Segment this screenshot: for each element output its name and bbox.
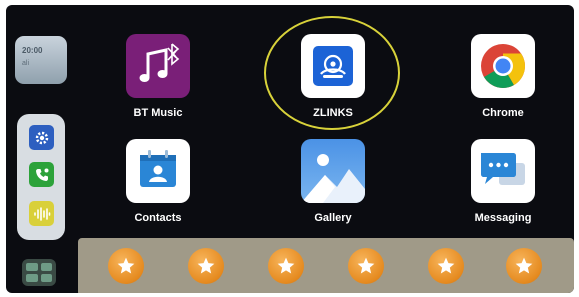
zlink-logo-icon (301, 34, 365, 98)
weather-widget[interactable]: 20:00 ali (15, 36, 67, 84)
favorites-bar (78, 238, 574, 293)
star-icon[interactable] (188, 248, 224, 284)
star-icon[interactable] (108, 248, 144, 284)
app-bt-music[interactable]: BT Music (98, 34, 218, 134)
star-icon[interactable] (348, 248, 384, 284)
gallery-icon (301, 139, 365, 203)
app-messaging[interactable]: Messaging (443, 139, 563, 239)
chrome-icon (471, 34, 535, 98)
star-icon[interactable] (506, 248, 542, 284)
app-grid-icon[interactable] (22, 259, 56, 286)
app-gallery[interactable]: Gallery (273, 139, 393, 239)
weather-time: 20:00 (22, 46, 43, 55)
phone-icon[interactable] (29, 162, 54, 187)
car-display-screen: 20:00 ali BT Music ZLINKS Chrome Contact… (6, 5, 574, 293)
app-label: Chrome (482, 107, 524, 119)
app-label: Gallery (314, 212, 352, 224)
app-chrome[interactable]: Chrome (443, 34, 563, 134)
star-icon[interactable] (268, 248, 304, 284)
gear-icon[interactable] (29, 125, 54, 150)
app-label: Messaging (474, 212, 532, 224)
star-icon[interactable] (428, 248, 464, 284)
sidebar-dock (17, 114, 65, 240)
app-label: ZLINKS (313, 107, 353, 119)
weather-location: ali (22, 60, 30, 67)
waveform-icon[interactable] (29, 201, 54, 226)
contacts-icon (126, 139, 190, 203)
app-label: BT Music (133, 107, 183, 119)
sidebar: 20:00 ali (9, 8, 75, 290)
music-note-bluetooth-icon (126, 34, 190, 98)
messaging-icon (471, 139, 535, 203)
app-label: Contacts (134, 212, 182, 224)
app-zlinks[interactable]: ZLINKS (273, 34, 393, 134)
app-contacts[interactable]: Contacts (98, 139, 218, 239)
